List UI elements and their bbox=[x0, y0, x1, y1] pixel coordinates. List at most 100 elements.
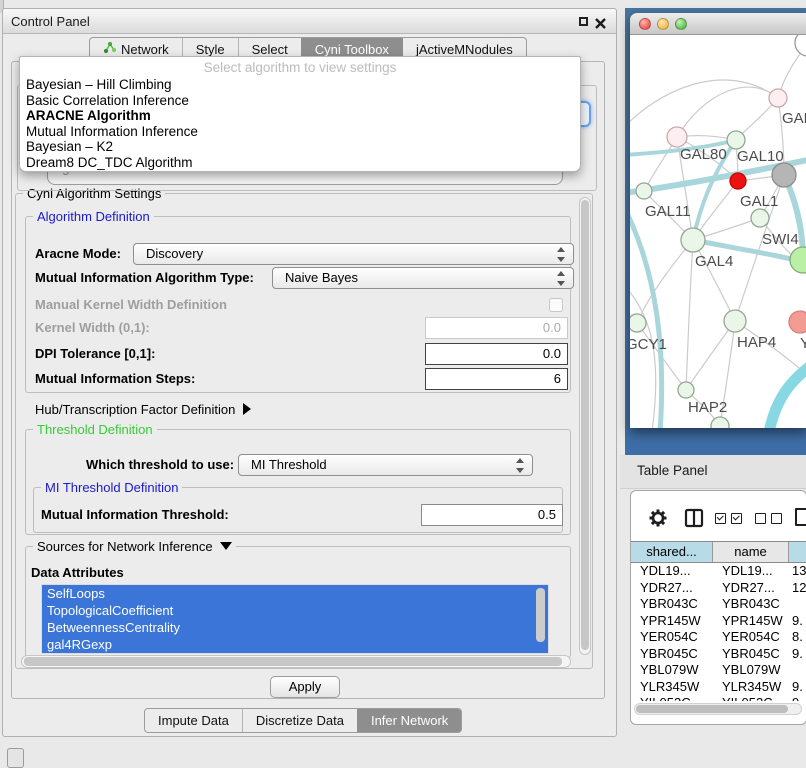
network-node-swi4[interactable] bbox=[790, 247, 806, 273]
dpi-tolerance-field[interactable]: 0.0 bbox=[425, 343, 568, 365]
table-cell: YDL19... bbox=[713, 563, 789, 580]
mi-steps-label: Mutual Information Steps: bbox=[35, 368, 195, 390]
bottom-tab-bar: Impute Data Discretize Data Infer Networ… bbox=[144, 708, 462, 733]
network-canvas[interactable]: GALGAL80GAL10GAL1GAL11SWI4GAL4GCY1HAP4YH… bbox=[630, 35, 806, 428]
network-node[interactable] bbox=[730, 173, 746, 189]
table-toolbar bbox=[631, 491, 806, 541]
table-horizontal-scrollbar[interactable] bbox=[634, 703, 802, 715]
sources-toggle[interactable]: Sources for Network Inference bbox=[33, 539, 236, 554]
network-edge bbox=[769, 363, 806, 428]
gear-icon[interactable] bbox=[648, 508, 668, 533]
network-edge bbox=[677, 87, 778, 137]
kernel-width-field[interactable]: 0.0 bbox=[425, 317, 568, 339]
stepper-icon bbox=[557, 271, 566, 286]
data-attribute-item[interactable]: BetweennessCentrality bbox=[42, 619, 548, 636]
column-header-partial[interactable] bbox=[789, 542, 806, 562]
settings-vertical-scrollbar[interactable] bbox=[579, 197, 591, 655]
table-row[interactable]: YBL079WYBL079W bbox=[631, 662, 806, 679]
data-attribute-item[interactable]: gal4RGexp bbox=[42, 636, 548, 653]
hub-definition-toggle[interactable]: Hub/Transcription Factor Definition bbox=[35, 399, 251, 421]
network-node-label: HAP2 bbox=[688, 399, 727, 416]
network-node-hap4[interactable] bbox=[724, 310, 746, 332]
table-panel-window: shared... name YDL19...YDL19...13YDR27..… bbox=[630, 490, 806, 725]
list-scrollbar[interactable] bbox=[536, 588, 545, 642]
network-node-label: GAL bbox=[782, 110, 806, 127]
screen: { "colors": { "selection_blue": "#3b75d8… bbox=[0, 0, 806, 762]
tab-infer-network[interactable]: Infer Network bbox=[357, 709, 461, 732]
table-row[interactable]: YDR27...YDR27...12 bbox=[631, 580, 806, 597]
network-node-gal11[interactable] bbox=[636, 183, 652, 199]
column-header-shared[interactable]: shared... bbox=[631, 542, 713, 562]
manual-kernel-checkbox[interactable] bbox=[549, 298, 563, 312]
apply-button[interactable]: Apply bbox=[270, 676, 340, 698]
zoom-traffic-icon[interactable] bbox=[675, 18, 687, 30]
checked-checkbox-icon[interactable] bbox=[731, 513, 742, 524]
network-node-gal4[interactable] bbox=[681, 228, 705, 252]
data-attributes-list[interactable]: SelfLoopsTopologicalCoefficientBetweenne… bbox=[41, 584, 549, 654]
data-attribute-item[interactable]: TopologicalCoefficient bbox=[42, 602, 548, 619]
scrollbar-thumb[interactable] bbox=[581, 200, 589, 650]
table-row[interactable]: YDL19...YDL19...13 bbox=[631, 563, 806, 580]
table-header-row: shared... name bbox=[631, 541, 806, 563]
split-columns-icon[interactable] bbox=[684, 508, 704, 533]
close-panel-icon[interactable] bbox=[595, 16, 606, 27]
mi-steps-field[interactable]: 6 bbox=[425, 368, 568, 390]
scrollbar-thumb[interactable] bbox=[24, 657, 562, 666]
control-panel-title: Control Panel bbox=[11, 14, 90, 29]
mi-type-label: Mutual Information Algorithm Type: bbox=[35, 267, 254, 289]
mi-type-select[interactable]: Naive Bayes bbox=[272, 267, 574, 289]
which-threshold-label: Which threshold to use: bbox=[86, 454, 234, 476]
scrollbar-thumb[interactable] bbox=[636, 705, 788, 713]
float-panel-icon[interactable] bbox=[579, 17, 588, 26]
table-row[interactable]: YER054CYER054C8. bbox=[631, 629, 806, 646]
unchecked-checkbox-icon[interactable] bbox=[771, 513, 782, 524]
network-view-window: GALGAL80GAL10GAL1GAL11SWI4GAL4GCY1HAP4YH… bbox=[630, 13, 806, 428]
table-panel-titlebar: Table Panel bbox=[620, 455, 806, 489]
network-node-label: GAL80 bbox=[680, 146, 727, 163]
algorithm-option[interactable]: Bayesian – Hill Climbing bbox=[20, 77, 580, 93]
table-row[interactable]: YIL052CYIL052C9 bbox=[631, 695, 806, 701]
algorithm-option[interactable]: Bayesian – K2 bbox=[20, 139, 580, 155]
minimized-panel-grip[interactable] bbox=[7, 748, 24, 768]
network-node-y[interactable] bbox=[789, 311, 806, 333]
network-node-gcy1[interactable] bbox=[630, 314, 646, 332]
close-traffic-icon[interactable] bbox=[639, 18, 651, 30]
table-row[interactable]: YBR043CYBR043C bbox=[631, 596, 806, 613]
unchecked-checkbox-icon[interactable] bbox=[755, 513, 766, 524]
which-threshold-select[interactable]: MI Threshold bbox=[238, 454, 533, 476]
algorithm-option[interactable]: Basic Correlation Inference bbox=[20, 93, 580, 109]
checked-checkbox-icon[interactable] bbox=[715, 513, 726, 524]
network-canvas-svg[interactable]: GALGAL80GAL10GAL1GAL11SWI4GAL4GCY1HAP4YH… bbox=[630, 35, 806, 428]
tab-impute-data[interactable]: Impute Data bbox=[145, 709, 242, 732]
table-row[interactable]: YBR045CYBR045C9. bbox=[631, 646, 806, 663]
aracne-mode-label: Aracne Mode: bbox=[35, 243, 121, 265]
table-cell: YDR27... bbox=[713, 580, 789, 597]
minimize-traffic-icon[interactable] bbox=[657, 18, 669, 30]
algorithm-option[interactable]: ARACNE Algorithm bbox=[20, 108, 580, 124]
algorithm-option[interactable]: Mutual Information Inference bbox=[20, 124, 580, 140]
table-cell: YBL079W bbox=[713, 662, 789, 679]
network-node-hap2[interactable] bbox=[678, 382, 694, 398]
data-attribute-item[interactable]: SelfLoops bbox=[42, 585, 548, 602]
tab-discretize-data[interactable]: Discretize Data bbox=[242, 709, 357, 732]
table-cell: YIL052C bbox=[631, 695, 713, 701]
network-node-gal80[interactable] bbox=[667, 127, 687, 147]
network-node-gal1[interactable] bbox=[751, 209, 769, 227]
table-row[interactable]: YLR345WYLR345W9. bbox=[631, 679, 806, 696]
mi-threshold-field[interactable]: 0.5 bbox=[421, 504, 563, 526]
document-icon[interactable] bbox=[795, 508, 806, 526]
network-node-label: Y bbox=[800, 335, 806, 352]
table-row[interactable]: YPR145WYPR145W9. bbox=[631, 613, 806, 630]
table-cell: YER054C bbox=[713, 629, 789, 646]
network-node-gal10[interactable] bbox=[727, 131, 745, 149]
network-node[interactable] bbox=[795, 35, 806, 56]
network-node-gal[interactable] bbox=[769, 89, 787, 107]
column-header-name[interactable]: name bbox=[713, 542, 789, 562]
table-cell: YLR345W bbox=[713, 679, 789, 696]
table-cell: 9 bbox=[789, 695, 806, 701]
table-cell: YBL079W bbox=[631, 662, 713, 679]
network-node[interactable] bbox=[772, 163, 796, 187]
settings-horizontal-scrollbar[interactable] bbox=[21, 655, 571, 668]
aracne-mode-select[interactable]: Discovery bbox=[133, 243, 574, 265]
algorithm-option[interactable]: Dream8 DC_TDC Algorithm bbox=[20, 155, 580, 171]
